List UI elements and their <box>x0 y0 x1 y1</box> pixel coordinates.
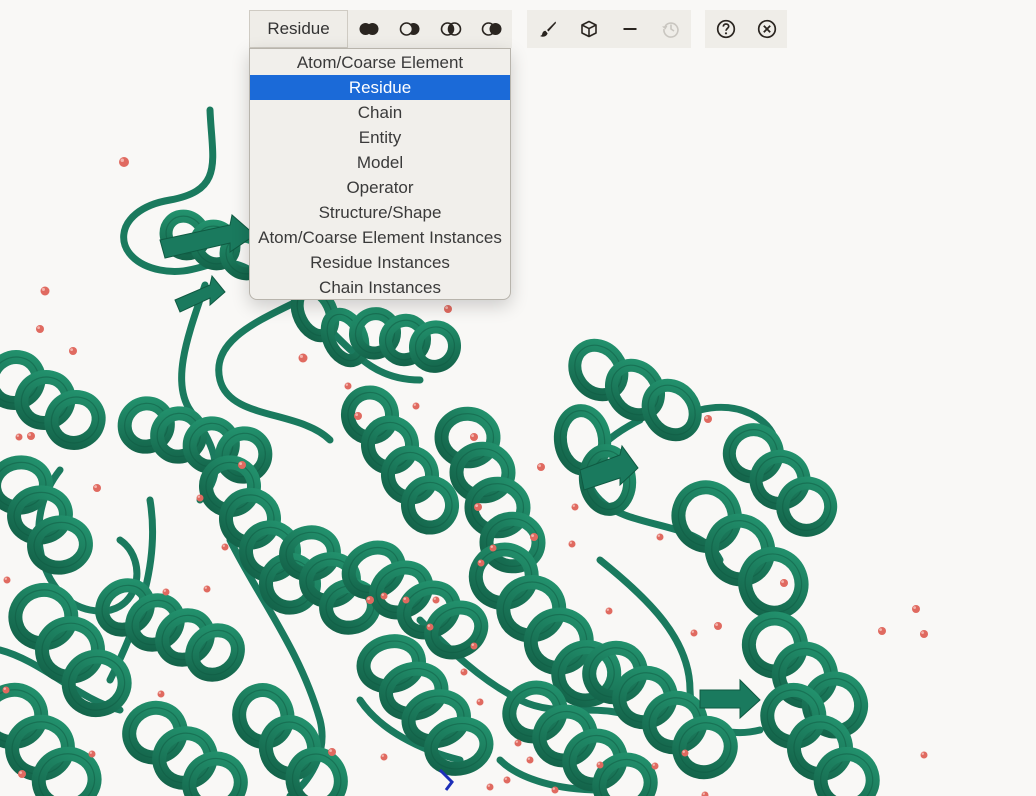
undo-button[interactable] <box>650 10 691 48</box>
select-set-button[interactable] <box>471 10 512 48</box>
select-intersect-button[interactable] <box>430 10 471 48</box>
close-circle-icon <box>757 19 776 39</box>
minus-icon <box>623 28 636 30</box>
history-icon <box>661 22 679 38</box>
protein-structure-render[interactable] <box>0 0 1036 796</box>
granularity-option-residue[interactable]: Residue <box>250 75 510 100</box>
granularity-option-chain[interactable]: Chain <box>250 100 510 125</box>
granularity-option-atom[interactable]: Atom/Coarse Element <box>250 50 510 75</box>
granularity-option-residue-instances[interactable]: Residue Instances <box>250 250 510 275</box>
venn-set-icon <box>481 22 501 36</box>
granularity-select[interactable]: Residue <box>249 10 348 48</box>
granularity-dropdown: Atom/Coarse Element Residue Chain Entity… <box>249 48 511 300</box>
color-button[interactable] <box>527 10 568 48</box>
cube-icon <box>580 20 597 38</box>
granularity-option-entity[interactable]: Entity <box>250 125 510 150</box>
select-union-button[interactable] <box>348 10 389 48</box>
representation-button[interactable] <box>568 10 609 48</box>
granularity-option-model[interactable]: Model <box>250 150 510 175</box>
close-button[interactable] <box>746 10 787 48</box>
paintbrush-icon <box>539 21 556 37</box>
granularity-option-atom-instances[interactable]: Atom/Coarse Element Instances <box>250 225 510 250</box>
granularity-option-chain-instances[interactable]: Chain Instances <box>250 275 510 300</box>
molecule-viewport[interactable] <box>0 0 1036 796</box>
granularity-option-structure[interactable]: Structure/Shape <box>250 200 510 225</box>
select-subtract-button[interactable] <box>389 10 430 48</box>
granularity-option-operator[interactable]: Operator <box>250 175 510 200</box>
help-button[interactable] <box>705 10 746 48</box>
selection-toolbar: Residue <box>249 10 512 48</box>
remove-button[interactable] <box>609 10 650 48</box>
venn-union-icon <box>359 23 378 35</box>
venn-intersect-icon <box>440 22 461 36</box>
venn-subtract-icon <box>399 22 419 36</box>
question-circle-icon <box>716 19 735 39</box>
action-toolbar <box>527 10 691 48</box>
help-toolbar <box>705 10 787 48</box>
